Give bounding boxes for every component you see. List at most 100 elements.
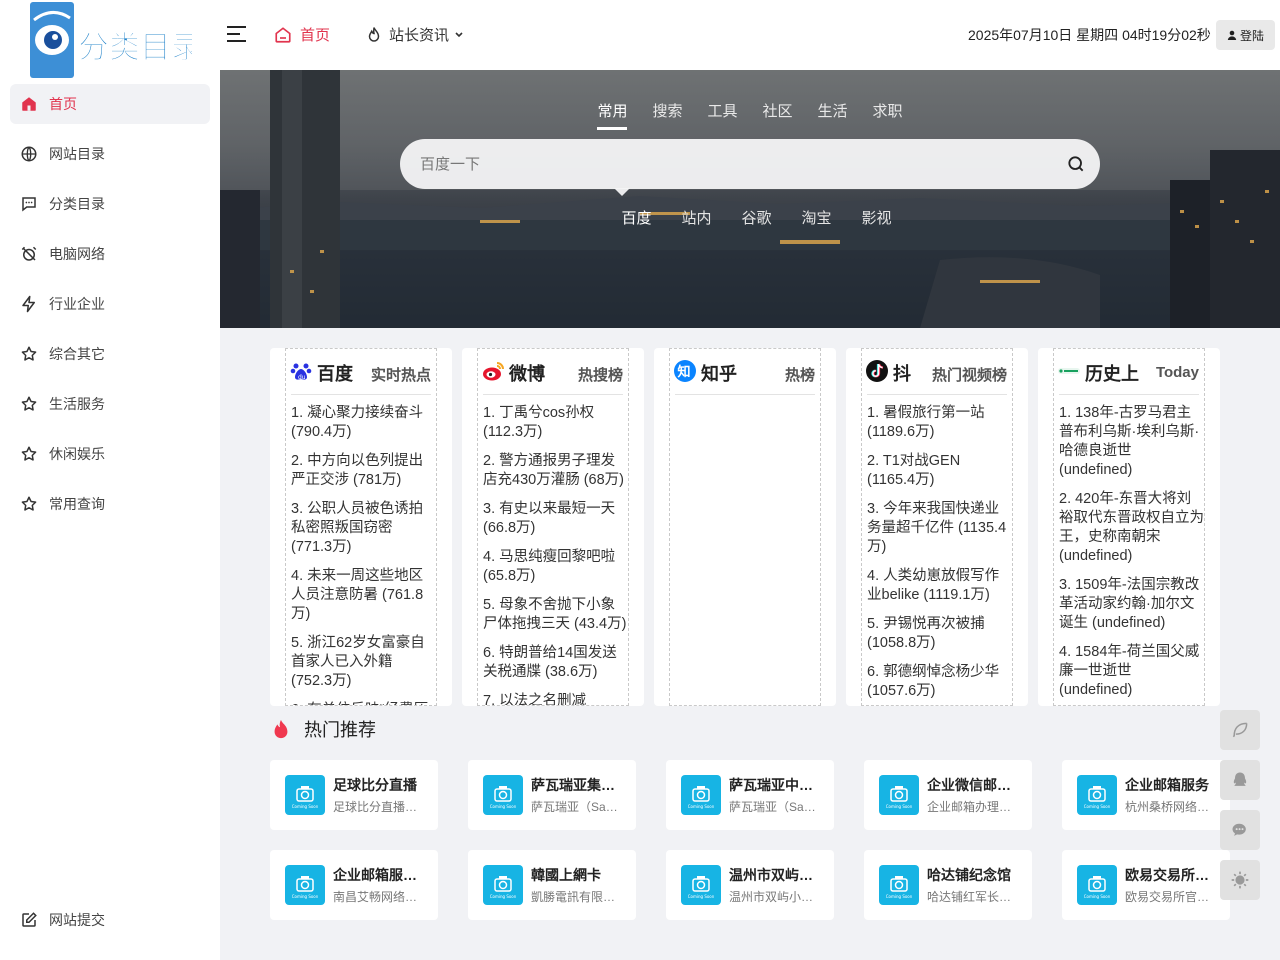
sidebar-item-7[interactable]: 休闲娱乐 bbox=[10, 434, 210, 474]
hot-list-item[interactable]: 4. 1584年-荷兰国父威廉一世逝世 (undefined) bbox=[1059, 643, 1204, 700]
wechat-button[interactable] bbox=[1220, 810, 1260, 850]
recommend-site-card[interactable]: Coming Soon 足球比分直播足球比分直播网提供最新比分 bbox=[270, 760, 438, 830]
hot-card-header: du 百度 实时热点 bbox=[290, 349, 431, 395]
hot-list-item[interactable]: 6. 郭德纲悼念杨少华 (1057.6万) bbox=[867, 663, 1012, 701]
hot-list-item[interactable]: 2. T1对战GEN (1165.4万) bbox=[867, 452, 1012, 490]
camera-icon: Coming Soon bbox=[1084, 876, 1111, 899]
recommend-site-card[interactable]: Coming Soon 企业微信邮箱服务企业邮箱办理开通服务 bbox=[864, 760, 1032, 830]
recommend-site-card[interactable]: Coming Soon 哈达铺纪念馆哈达铺红军长征纪念馆 bbox=[864, 850, 1032, 920]
hot-list-item[interactable]: 3. 1509年-法国宗教改革活动家约翰·加尔文诞生 (undefined) bbox=[1059, 576, 1204, 633]
hot-card-subtitle[interactable]: Today bbox=[1156, 364, 1199, 381]
hot-list-item[interactable]: 1. 138年-古罗马君主普布利乌斯·埃利乌斯·哈德良逝世 (undefined… bbox=[1059, 404, 1204, 480]
svg-text:Coming Soon: Coming Soon bbox=[886, 804, 913, 809]
hot-list: 1. 138年-古罗马君主普布利乌斯·埃利乌斯·哈德良逝世 (undefined… bbox=[1059, 404, 1204, 705]
hot-list-item[interactable]: 1. 凝心聚力接续奋斗 (790.4万) bbox=[291, 404, 436, 442]
chevron-down-icon bbox=[455, 31, 463, 37]
camera-icon: Coming Soon bbox=[1084, 786, 1111, 809]
hot-list-item[interactable]: 3. 今年来我国快递业务量超千亿件 (1135.4万) bbox=[867, 500, 1012, 557]
search-engine-tab[interactable]: 百度 bbox=[621, 207, 651, 228]
hot-list-item[interactable]: 6. 有单位反映“经费压缩已达极限” (742.6万) bbox=[291, 701, 436, 705]
hot-list-item[interactable]: 5. 母象不舍抛下小象尸体拖拽三天 (43.4万) bbox=[483, 596, 628, 634]
sidebar-item-label: 分类目录 bbox=[49, 196, 105, 212]
engine-pointer bbox=[614, 188, 630, 196]
hot-list-item[interactable]: 6. 特朗普给14国发送关税通牒 (38.6万) bbox=[483, 644, 628, 682]
recommend-title: 热门推荐 bbox=[304, 720, 376, 740]
sidebar-item-1[interactable]: 网站目录 bbox=[10, 134, 210, 174]
hot-list-item[interactable]: 5. 浙江62岁女富豪自首家人已入外籍 (752.3万) bbox=[291, 634, 436, 691]
sidebar-item-2[interactable]: 分类目录 bbox=[10, 184, 210, 224]
hot-list-item[interactable]: 3. 有史以来最短一天 (66.8万) bbox=[483, 500, 628, 538]
recommend-site-card[interactable]: Coming Soon 温州市双屿小学温州市双屿小学官网 bbox=[666, 850, 834, 920]
hot-list-item[interactable]: 1. 暑假旅行第一站 (1189.6万) bbox=[867, 404, 1012, 442]
search-engine-tab[interactable]: 站内 bbox=[681, 207, 711, 228]
recommend-site-card[interactable]: Coming Soon 萨瓦瑞亚中国官网萨瓦瑞亚（Savaria）中国 bbox=[666, 760, 834, 830]
search-category-tab[interactable]: 搜索 bbox=[652, 100, 682, 130]
sidebar-item-3[interactable]: 电脑网络 bbox=[10, 234, 210, 274]
hot-card: 抖 热门视频榜 1. 暑假旅行第一站 (1189.6万) 2. T1对战GEN (11… bbox=[846, 348, 1028, 706]
search-engine-tab[interactable]: 淘宝 bbox=[802, 207, 832, 228]
site-thumbnail: Coming Soon bbox=[879, 775, 919, 815]
hot-list-item[interactable]: 2. 中方向以色列提出严正交涉 (781万) bbox=[291, 452, 436, 490]
hot-list-item[interactable]: 4. 未来一周这些地区人员注意防暑 (761.8万) bbox=[291, 567, 436, 624]
recommend-site-card[interactable]: Coming Soon 企业邮箱服务杭州桑桥网络科技有限公司 bbox=[1062, 760, 1230, 830]
hot-card-subtitle[interactable]: 热榜 bbox=[785, 364, 815, 385]
search-category-tab[interactable]: 工具 bbox=[707, 100, 737, 130]
sidebar-item-8[interactable]: 常用查询 bbox=[10, 484, 210, 524]
hot-card-body: du 百度 实时热点 1. 凝心聚力接续奋斗 (790.4万) 2. 中方向以色列提出严… bbox=[285, 348, 437, 706]
message-square-icon bbox=[22, 197, 36, 212]
camera-icon: Coming Soon bbox=[292, 876, 319, 899]
search-category-tab[interactable]: 社区 bbox=[763, 100, 793, 130]
top-home-link[interactable]: 首页 bbox=[274, 24, 330, 45]
search-category-tab[interactable]: 生活 bbox=[818, 100, 848, 130]
webmaster-news-dropdown[interactable]: 站长资讯 bbox=[365, 24, 464, 45]
theme-toggle-button[interactable] bbox=[1220, 860, 1260, 900]
site-logo[interactable]: 分类目录 bbox=[30, 0, 192, 80]
login-button[interactable]: 登陆 bbox=[1216, 20, 1275, 50]
hot-card: 历史上 Today 1. 138年-古罗马君主普布利乌斯·埃利乌斯·哈德良逝世 (u… bbox=[1038, 348, 1220, 706]
hot-card-title: 知乎 bbox=[701, 364, 737, 384]
hot-list-item[interactable]: 4. 马思纯瘦回黎吧啦 (65.8万) bbox=[483, 548, 628, 586]
recommend-site-card[interactable]: Coming Soon 韓國上網卡 凱勝電訊有限公司 bbox=[468, 850, 636, 920]
sidebar-item-0[interactable]: 首页 bbox=[10, 84, 210, 124]
feedback-button[interactable] bbox=[1220, 710, 1260, 750]
submit-site-link[interactable]: 网站提交 bbox=[10, 900, 210, 940]
hot-card-subtitle[interactable]: 实时热点 bbox=[371, 364, 431, 385]
home-icon bbox=[22, 97, 36, 111]
hot-card-subtitle[interactable]: 热搜榜 bbox=[578, 364, 623, 385]
qq-button[interactable] bbox=[1220, 760, 1260, 800]
recommend-site-title: 哈达铺纪念馆 bbox=[927, 867, 1011, 883]
search-icon[interactable] bbox=[1066, 154, 1086, 174]
sidebar: 分类目录 首页 网站目录 分类目录 电脑网络 行业企业 综合其它 生活服务 休闲娱乐 常用查询 … bbox=[0, 0, 220, 960]
search-engine-tab[interactable]: 谷歌 bbox=[741, 207, 771, 228]
search-box bbox=[400, 139, 1100, 189]
search-engine-tab[interactable]: 影视 bbox=[862, 207, 892, 228]
menu-toggle-button[interactable] bbox=[227, 25, 247, 43]
camera-icon: Coming Soon bbox=[490, 876, 517, 899]
sun-icon bbox=[1231, 871, 1249, 889]
sidebar-item-5[interactable]: 综合其它 bbox=[10, 334, 210, 374]
hamburger-icon bbox=[227, 26, 246, 42]
hot-list-item[interactable]: 2. 警方通报男子理发店充430万灌肠 (68万) bbox=[483, 452, 628, 490]
globe-icon bbox=[21, 146, 37, 162]
recommend-site-card[interactable]: Coming Soon 企业邮箱服务商南昌艾畅网络科技有限公司 bbox=[270, 850, 438, 920]
recommend-site-card[interactable]: Coming Soon 萨瓦瑞亚集团官网萨瓦瑞亚（Savaria）集团 bbox=[468, 760, 636, 830]
search-category-tab[interactable]: 求职 bbox=[873, 100, 903, 130]
hot-card-body: 历史上 Today 1. 138年-古罗马君主普布利乌斯·埃利乌斯·哈德良逝世 (u… bbox=[1053, 348, 1205, 706]
recommend-site-card[interactable]: Coming Soon 欧易交易所官网欧易交易所官方网站 bbox=[1062, 850, 1230, 920]
hot-list-item[interactable]: 5. 尹锡悦再次被捕 (1058.8万) bbox=[867, 615, 1012, 653]
hot-list-item[interactable]: 7. 以法之名删减 (38.6... bbox=[483, 692, 628, 705]
svg-text:Coming Soon: Coming Soon bbox=[886, 894, 913, 899]
camera-icon: Coming Soon bbox=[490, 786, 517, 809]
search-category-tab[interactable]: 常用 bbox=[597, 100, 628, 130]
search-input[interactable] bbox=[420, 139, 1040, 189]
recommend-site-desc: 哈达铺红军长征纪念馆 bbox=[927, 890, 1019, 904]
hot-list-item[interactable]: 2. 420年-东晋大将刘裕取代东晋政权自立为王，史称南朝宋 (undefine… bbox=[1059, 490, 1204, 566]
sidebar-item-4[interactable]: 行业企业 bbox=[10, 284, 210, 324]
hot-list-item[interactable]: 1. 丁禹兮cos孙权 (112.3万) bbox=[483, 404, 628, 442]
wechat-icon bbox=[1232, 823, 1246, 836]
hot-list-item[interactable]: 4. 人类幼崽放假写作业belike (1119.1万) bbox=[867, 567, 1012, 605]
sidebar-item-6[interactable]: 生活服务 bbox=[10, 384, 210, 424]
hot-card-subtitle[interactable]: 热门视频榜 bbox=[932, 364, 1007, 385]
hot-list-item[interactable]: 3. 公职人员被色诱拍私密照叛国窃密 (771.3万) bbox=[291, 500, 436, 557]
top-bar: 首页 站长资讯 2025年07月10日 星期四 04时19分02秒 登陆 bbox=[220, 0, 1280, 70]
